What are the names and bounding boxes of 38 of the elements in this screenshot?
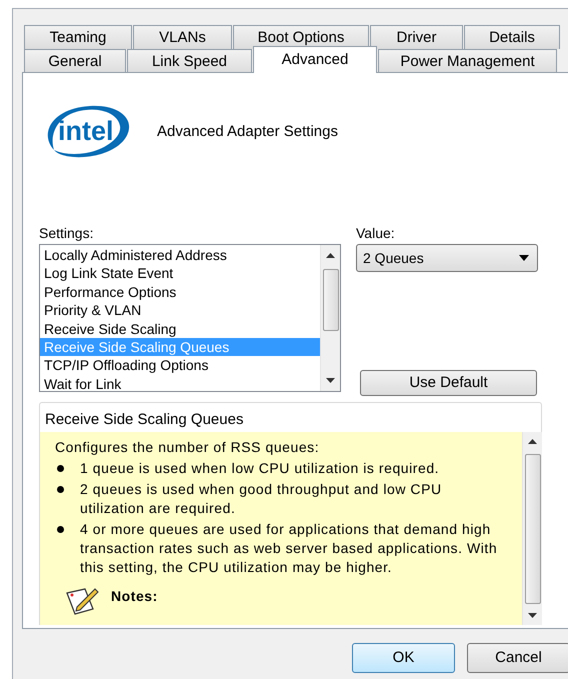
scroll-down-icon[interactable]: [528, 613, 537, 618]
bullet-text: 4 or more queues are used for applications that demand high transaction rates such as web server based applications. With this setting, the CPU utilization may be higher.: [80, 520, 498, 577]
caret-icon: [519, 255, 529, 261]
notes-label: Notes:: [111, 587, 158, 606]
bullet-icon: [57, 526, 64, 533]
scrollbar[interactable]: [522, 432, 542, 625]
notes-icon: [65, 587, 99, 615]
list-item[interactable]: Wait for Link: [40, 374, 320, 394]
header-title: Advanced Adapter Settings: [157, 122, 338, 142]
tab[interactable]: VLANs: [133, 25, 232, 49]
bullet-text: 1 queue is used when low CPU utilization is required.: [80, 459, 440, 478]
scroll-down-icon[interactable]: [326, 378, 335, 383]
tab[interactable]: Advanced: [253, 46, 377, 73]
tab[interactable]: Driver: [370, 25, 463, 49]
bullet-text: 2 queues is used when good throughput and low CPU utilization are required.: [80, 480, 443, 518]
tab[interactable]: General: [24, 49, 126, 73]
dialog-button[interactable]: OK: [352, 643, 455, 673]
list-item[interactable]: Priority & VLAN: [40, 301, 320, 320]
bullet-icon: [57, 486, 64, 493]
tab[interactable]: Link Speed: [127, 49, 252, 73]
tab[interactable]: Teaming: [24, 25, 132, 49]
list-item[interactable]: Locally Administered Address: [40, 246, 320, 264]
tab[interactable]: Details: [464, 25, 560, 49]
scrollbar[interactable]: [320, 245, 340, 391]
value-dropdown[interactable]: 2 Queues: [356, 244, 538, 272]
list-item[interactable]: TCP/IP Offloading Options: [40, 356, 320, 375]
scroll-up-icon[interactable]: [326, 253, 335, 258]
settings-label: Settings:: [39, 224, 94, 243]
dialog-button[interactable]: Cancel: [467, 643, 568, 673]
tab[interactable]: Power Management: [378, 49, 557, 73]
list-item[interactable]: Log Link State Event: [40, 264, 320, 283]
list-item[interactable]: Performance Options: [40, 282, 320, 302]
value-label: Value:: [356, 224, 395, 243]
bullet-icon: [57, 465, 64, 472]
use-default-button[interactable]: Use Default: [360, 370, 537, 396]
list-item[interactable]: Receive Side Scaling: [40, 320, 320, 338]
description-intro: Configures the number of RSS queues:: [55, 438, 320, 457]
scroll-up-icon[interactable]: [528, 439, 537, 444]
